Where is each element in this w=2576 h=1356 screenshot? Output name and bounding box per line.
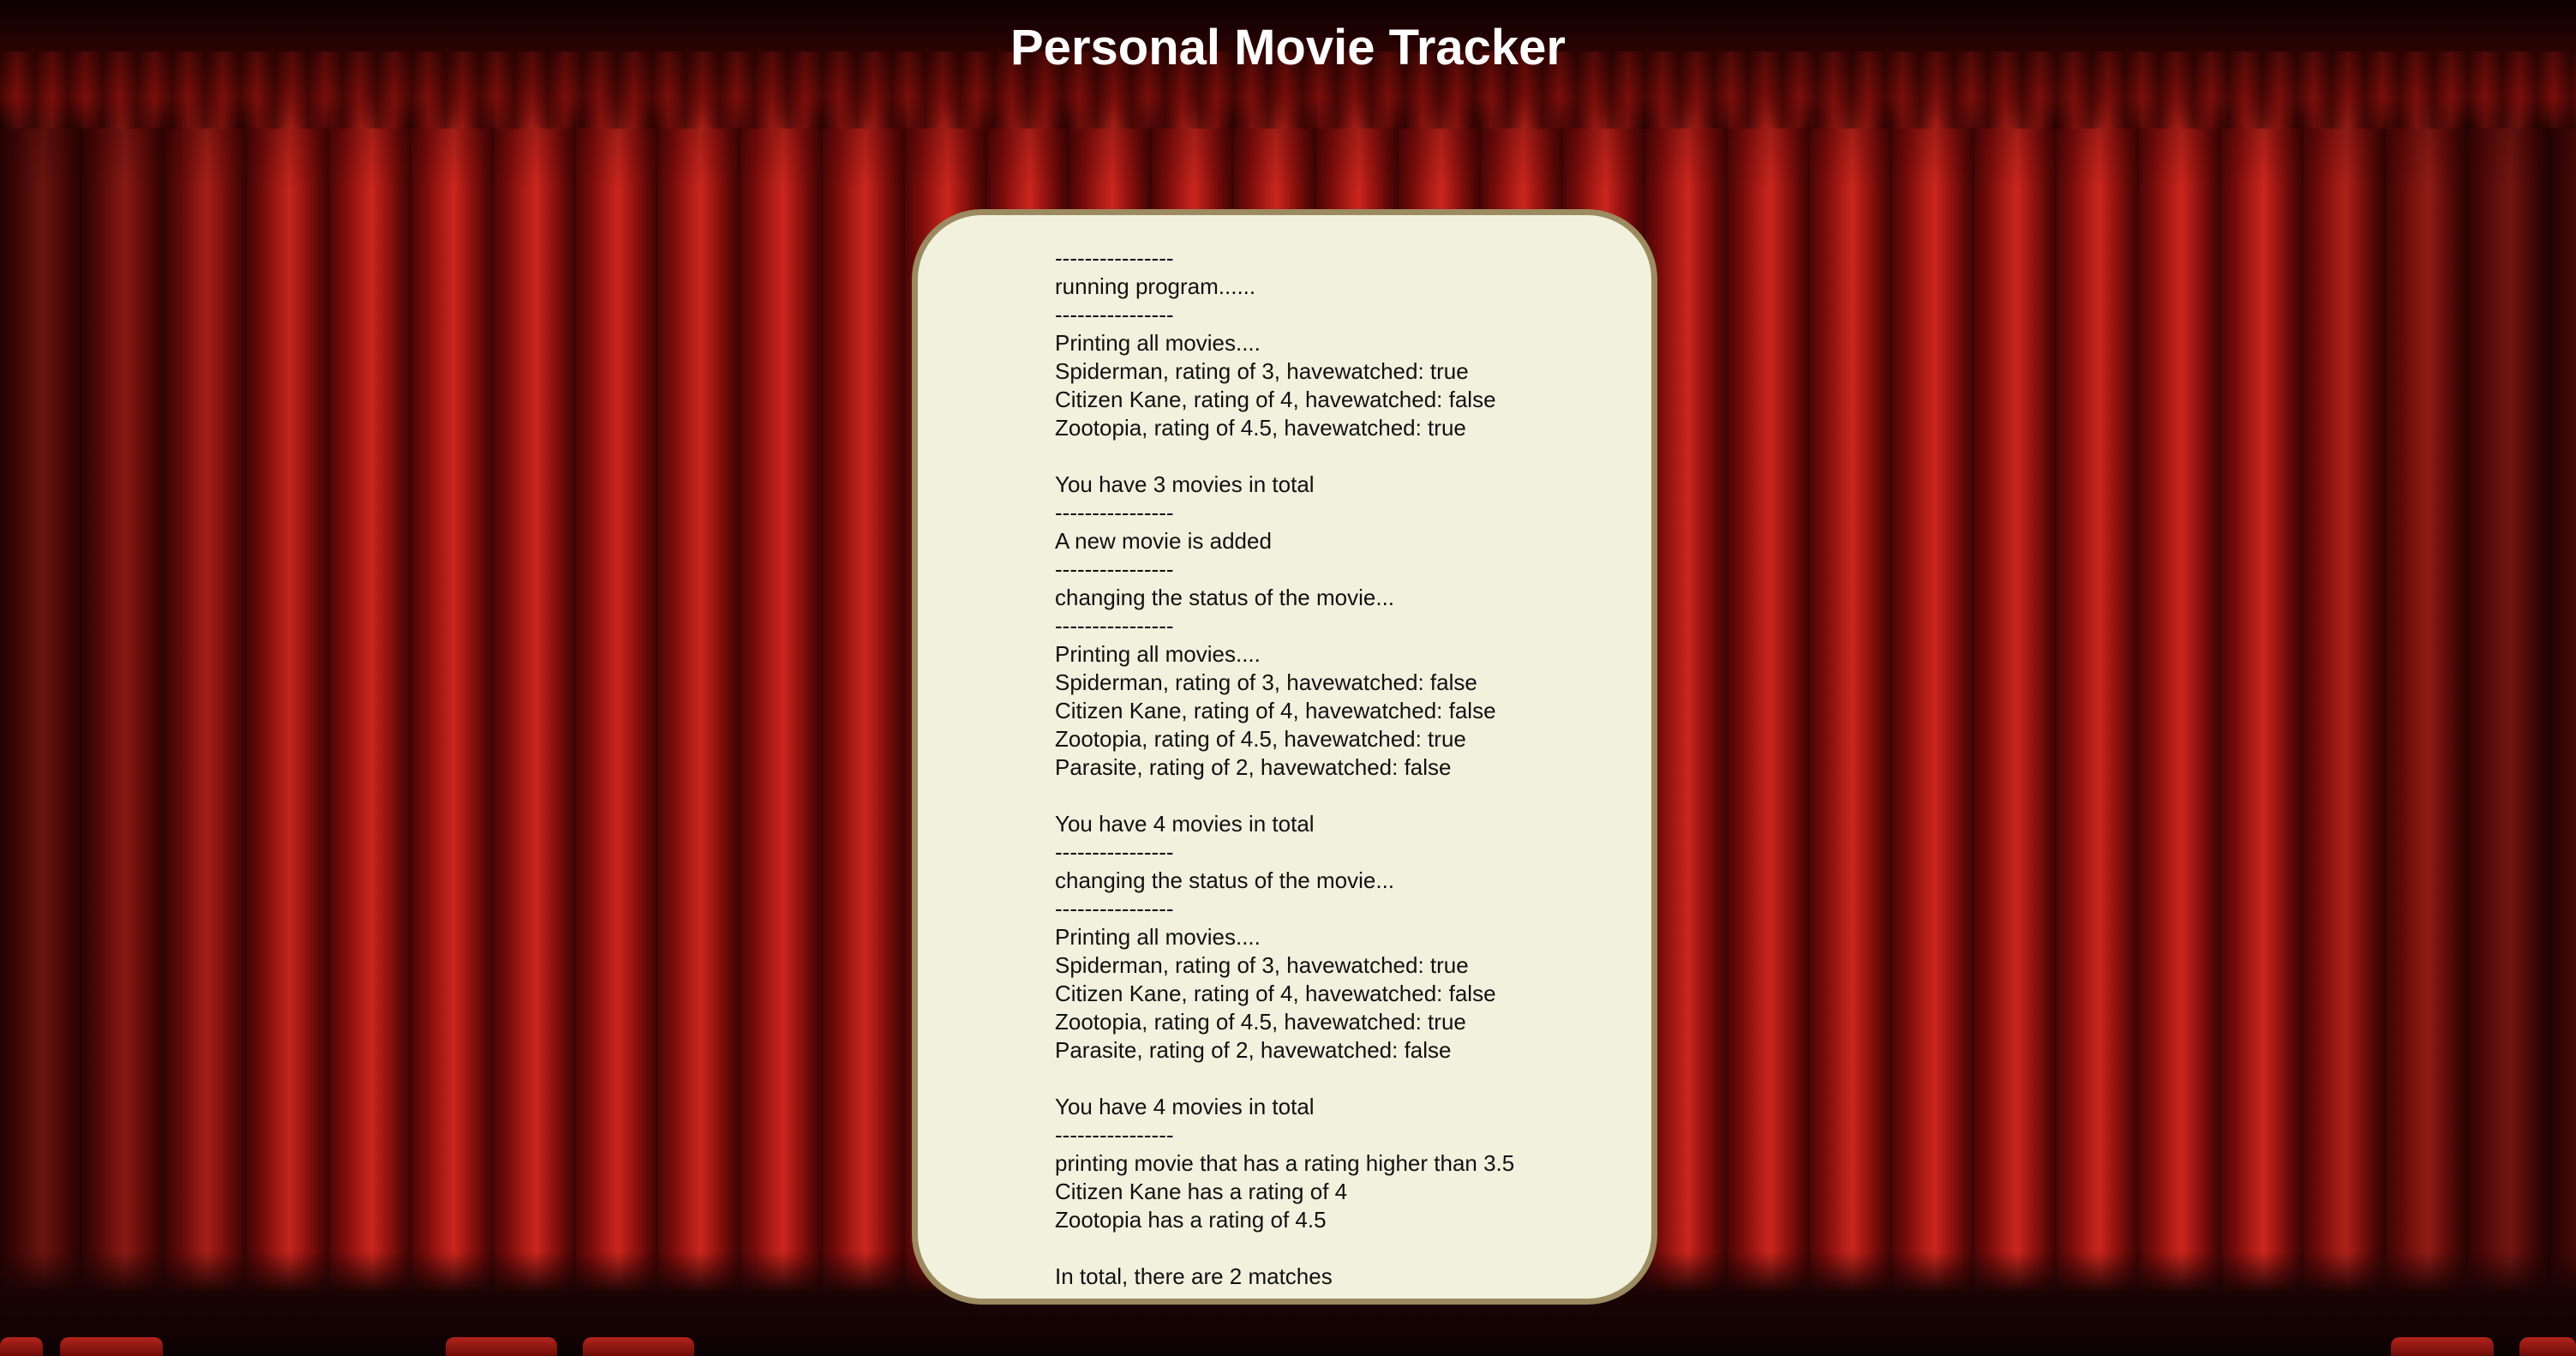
console-blank-line xyxy=(1055,442,1514,471)
console-line: In total, there are 2 matches xyxy=(1055,1263,1333,1289)
console-line: ---------------- xyxy=(1055,556,1174,582)
console-line: Printing all movies.... xyxy=(1055,641,1261,667)
theater-seat xyxy=(2391,1337,2494,1356)
console-line: running program...... xyxy=(1055,273,1256,299)
console-line: Parasite, rating of 2, havewatched: fals… xyxy=(1055,1037,1452,1063)
console-line: You have 4 movies in total xyxy=(1055,811,1315,837)
console-line: printing movie that has a rating higher … xyxy=(1055,1150,1515,1176)
console-line: You have 3 movies in total xyxy=(1055,471,1315,497)
console-output: ---------------- running program...... ---… xyxy=(1055,244,1514,1291)
console-line: Citizen Kane, rating of 4, havewatched: … xyxy=(1055,387,1496,412)
console-line: ---------------- xyxy=(1055,839,1174,865)
console-line: Spiderman, rating of 3, havewatched: tru… xyxy=(1055,952,1469,978)
theater-background: Personal Movie Tracker ---------------- r… xyxy=(0,0,2576,1356)
console-line: changing the status of the movie... xyxy=(1055,867,1395,893)
console-line: You have 4 movies in total xyxy=(1055,1094,1315,1119)
console-line: ---------------- xyxy=(1055,500,1174,525)
console-line: Spiderman, rating of 3, havewatched: tru… xyxy=(1055,358,1469,384)
console-line: ---------------- xyxy=(1055,896,1174,921)
console-blank-line xyxy=(1055,1065,1514,1093)
console-line: Zootopia, rating of 4.5, havewatched: tr… xyxy=(1055,415,1466,441)
console-line: ---------------- xyxy=(1055,245,1174,271)
console-line: ---------------- xyxy=(1055,613,1174,639)
page-title: Personal Movie Tracker xyxy=(1010,20,1566,75)
console-line: Spiderman, rating of 3, havewatched: fal… xyxy=(1055,669,1477,695)
console-line: changing the status of the movie... xyxy=(1055,585,1395,610)
console-line: ---------------- xyxy=(1055,302,1174,327)
console-line: Zootopia, rating of 4.5, havewatched: tr… xyxy=(1055,1009,1466,1035)
theater-seat xyxy=(60,1337,163,1356)
console-line: Printing all movies.... xyxy=(1055,924,1261,950)
console-line: Citizen Kane has a rating of 4 xyxy=(1055,1179,1348,1204)
console-line: Zootopia has a rating of 4.5 xyxy=(1055,1207,1327,1233)
theater-seat xyxy=(446,1337,557,1356)
console-line: Parasite, rating of 2, havewatched: fals… xyxy=(1055,754,1452,780)
console-line: Citizen Kane, rating of 4, havewatched: … xyxy=(1055,981,1496,1006)
theater-seat xyxy=(2519,1337,2576,1356)
theater-seat xyxy=(0,1337,43,1356)
console-blank-line xyxy=(1055,782,1514,810)
theater-seat xyxy=(583,1337,694,1356)
console-line: Printing all movies.... xyxy=(1055,330,1261,356)
console-line: ---------------- xyxy=(1055,1122,1174,1148)
console-output-card: ---------------- running program...... ---… xyxy=(912,209,1657,1305)
console-line: Zootopia, rating of 4.5, havewatched: tr… xyxy=(1055,726,1466,752)
console-blank-line xyxy=(1055,1234,1514,1263)
console-line: A new movie is added xyxy=(1055,528,1272,554)
console-line: Citizen Kane, rating of 4, havewatched: … xyxy=(1055,698,1496,723)
